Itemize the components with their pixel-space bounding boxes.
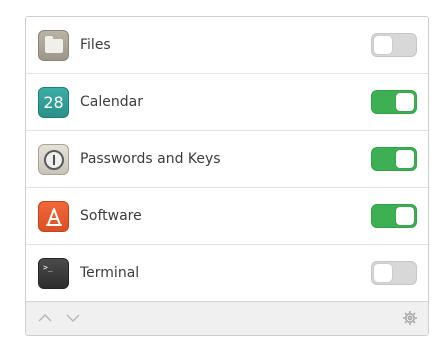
calendar-icon: 28 xyxy=(38,87,69,118)
files-toggle[interactable] xyxy=(371,33,417,57)
calendar-toggle[interactable] xyxy=(371,90,417,114)
list-item-calendar[interactable]: 28 Calendar xyxy=(26,74,428,131)
app-label: Software xyxy=(80,208,142,224)
calendar-icon-day: 28 xyxy=(43,93,64,112)
software-toggle[interactable] xyxy=(371,204,417,228)
search-providers-panel: Files 28 Calendar Passwords and Keys Sof xyxy=(25,16,429,336)
terminal-prompt-glyph: >_ xyxy=(43,263,53,272)
terminal-toggle[interactable] xyxy=(371,261,417,285)
toggle-knob xyxy=(396,93,414,111)
list-item-passwords-and-keys[interactable]: Passwords and Keys xyxy=(26,131,428,188)
toggle-knob xyxy=(374,36,392,54)
files-icon xyxy=(38,30,69,61)
folder-glyph xyxy=(44,35,63,53)
app-label: Passwords and Keys xyxy=(80,151,221,167)
move-up-button[interactable] xyxy=(36,310,54,326)
passwords-keys-toggle[interactable] xyxy=(371,147,417,171)
app-label: Terminal xyxy=(80,265,140,281)
list-item-software[interactable]: Software xyxy=(26,188,428,245)
settings-button[interactable] xyxy=(401,310,419,326)
gear-icon xyxy=(403,311,417,325)
chevron-down-icon xyxy=(66,314,80,322)
app-label: Calendar xyxy=(80,94,143,110)
toggle-knob xyxy=(396,150,414,168)
toggle-knob xyxy=(374,264,392,282)
list-item-files[interactable]: Files xyxy=(26,17,428,74)
terminal-icon: >_ xyxy=(38,258,69,289)
app-list: Files 28 Calendar Passwords and Keys Sof xyxy=(26,17,428,302)
app-label: Files xyxy=(80,37,111,53)
toggle-knob xyxy=(396,207,414,225)
chevron-up-icon xyxy=(38,314,52,322)
passwords-keys-icon xyxy=(38,144,69,175)
software-glyph xyxy=(45,207,62,226)
list-item-terminal[interactable]: >_ Terminal xyxy=(26,245,428,302)
software-icon xyxy=(38,201,69,232)
keyhole-glyph xyxy=(43,149,64,170)
move-down-button[interactable] xyxy=(64,310,82,326)
list-footer-toolbar xyxy=(26,301,428,335)
